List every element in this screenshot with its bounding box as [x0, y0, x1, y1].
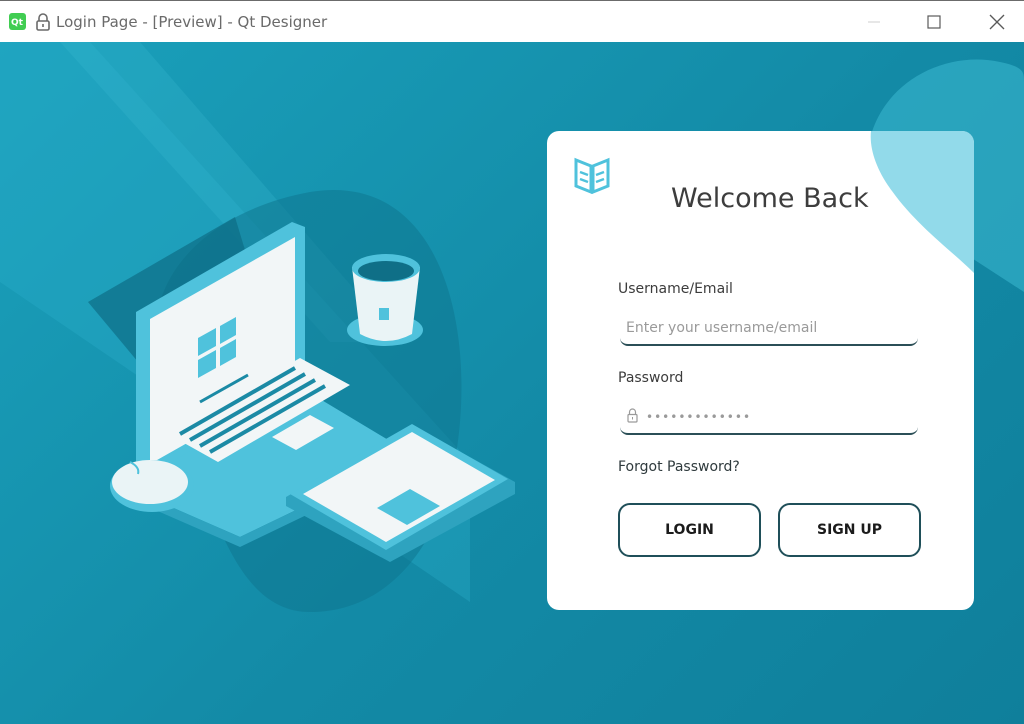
password-input[interactable]: [620, 401, 918, 435]
login-page-background: Welcome Back Username/Email Password For…: [0, 42, 1024, 724]
qt-designer-icon: Qt: [9, 13, 26, 30]
welcome-heading: Welcome Back: [671, 183, 869, 214]
maximize-icon: [927, 15, 941, 29]
signup-button[interactable]: SIGN UP: [778, 503, 921, 557]
minimize-icon: [868, 21, 880, 23]
username-label: Username/Email: [618, 281, 733, 297]
login-button[interactable]: LOGIN: [618, 503, 761, 557]
username-input[interactable]: [620, 312, 918, 346]
svg-text:Qt: Qt: [11, 18, 24, 28]
forgot-password-link[interactable]: Forgot Password?: [618, 459, 740, 475]
close-button[interactable]: [977, 7, 1017, 37]
lock-icon: [36, 13, 50, 31]
login-card: Welcome Back Username/Email Password For…: [547, 131, 974, 610]
maximize-button[interactable]: [914, 7, 954, 37]
minimize-button[interactable]: [854, 7, 894, 37]
password-label: Password: [618, 370, 684, 386]
close-icon: [989, 14, 1005, 30]
window-title: Login Page - [Preview] - Qt Designer: [56, 13, 328, 31]
title-bar: Qt Login Page - [Preview] - Qt Designer: [0, 0, 1024, 42]
